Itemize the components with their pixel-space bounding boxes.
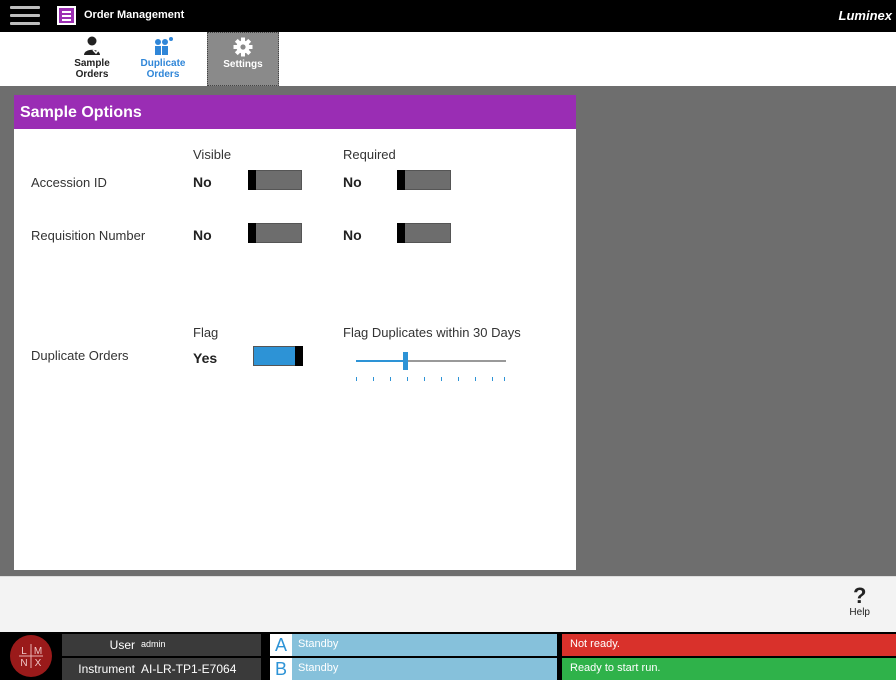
requisition-visible-value: No bbox=[193, 227, 212, 243]
help-label: Help bbox=[849, 607, 870, 618]
tab-duplicate-orders[interactable]: Duplicate Orders bbox=[127, 32, 199, 86]
lmnx-logo: L M N X bbox=[10, 635, 52, 677]
svg-text:M: M bbox=[34, 646, 42, 657]
duplicate-days-slider[interactable] bbox=[356, 350, 506, 386]
user-value: admin bbox=[141, 639, 166, 649]
slider-tick bbox=[356, 377, 357, 381]
slot-a-status[interactable]: Standby bbox=[292, 634, 557, 656]
accession-visible-value: No bbox=[193, 174, 212, 190]
instrument-field: Instrument AI-LR-TP1-E7064 bbox=[62, 658, 261, 680]
accession-visible-toggle[interactable] bbox=[248, 170, 302, 190]
brand-logo-text: Luminex bbox=[838, 8, 892, 23]
app-title: Order Management bbox=[84, 9, 185, 21]
requisition-visible-toggle[interactable] bbox=[248, 223, 302, 243]
duplicate-orders-label: Duplicate Orders bbox=[31, 348, 129, 363]
accession-required-toggle[interactable] bbox=[397, 170, 451, 190]
duplicate-orders-icon bbox=[155, 37, 173, 55]
flag-duplicates-toggle[interactable] bbox=[253, 346, 303, 366]
flag-column-header: Flag bbox=[193, 325, 219, 340]
flag-duplicates-within-label: Flag Duplicates within 30 Days bbox=[343, 325, 521, 340]
help-icon: ? bbox=[852, 583, 867, 608]
svg-text:N: N bbox=[20, 658, 27, 669]
slider-tick bbox=[504, 377, 505, 381]
side-panel bbox=[578, 86, 896, 576]
system-status-not-ready[interactable]: Not ready. bbox=[562, 634, 896, 656]
help-bar: ? Help bbox=[0, 576, 896, 632]
sample-orders-icon bbox=[84, 36, 101, 55]
slider-tick bbox=[458, 377, 459, 381]
slider-track bbox=[406, 360, 506, 362]
system-status-ready[interactable]: Ready to start run. bbox=[562, 658, 896, 680]
tab-sample-orders[interactable]: Sample Orders bbox=[56, 32, 128, 86]
slider-tick bbox=[390, 377, 391, 381]
slider-tick bbox=[373, 377, 374, 381]
user-key: User bbox=[109, 638, 135, 652]
card-title: Sample Options bbox=[14, 95, 576, 129]
requisition-required-toggle[interactable] bbox=[397, 223, 451, 243]
tab-bar: Sample Orders Duplicate Orders Settings bbox=[0, 32, 896, 86]
tab-label-line1: Duplicate bbox=[140, 58, 186, 69]
flag-value: Yes bbox=[193, 350, 218, 366]
requisition-required-value: No bbox=[343, 227, 362, 243]
slot-b-status[interactable]: Standby bbox=[292, 658, 557, 680]
accession-id-label: Accession ID bbox=[31, 175, 107, 190]
requisition-number-label: Requisition Number bbox=[31, 228, 146, 243]
instrument-value: AI-LR-TP1-E7064 bbox=[141, 662, 237, 676]
accession-required-value: No bbox=[343, 174, 362, 190]
help-button[interactable]: ? Help bbox=[849, 583, 870, 619]
slider-tick bbox=[407, 377, 408, 381]
slot-a-letter: A bbox=[270, 634, 292, 656]
tab-label-line2: Orders bbox=[146, 69, 180, 80]
visible-column-header: Visible bbox=[193, 147, 232, 162]
svg-text:L: L bbox=[21, 646, 27, 657]
tab-settings[interactable]: Settings bbox=[207, 32, 279, 86]
slider-thumb[interactable] bbox=[403, 352, 408, 370]
title-bar: Order Management Luminex bbox=[0, 0, 896, 32]
slider-tick bbox=[492, 377, 493, 381]
slider-tick bbox=[475, 377, 476, 381]
slider-tick bbox=[441, 377, 442, 381]
required-column-header: Required bbox=[343, 147, 396, 162]
tab-label-line2: Orders bbox=[75, 69, 109, 80]
tab-label-line1: Sample bbox=[74, 58, 110, 69]
slider-filled-track bbox=[356, 360, 406, 362]
order-management-app-icon bbox=[57, 6, 76, 25]
user-field: User admin bbox=[62, 634, 261, 656]
slot-b-letter: B bbox=[270, 658, 292, 680]
slider-tick bbox=[424, 377, 425, 381]
tab-label: Settings bbox=[223, 59, 263, 70]
instrument-key: Instrument bbox=[78, 662, 135, 676]
svg-text:X: X bbox=[35, 658, 42, 669]
gear-icon bbox=[233, 37, 253, 57]
